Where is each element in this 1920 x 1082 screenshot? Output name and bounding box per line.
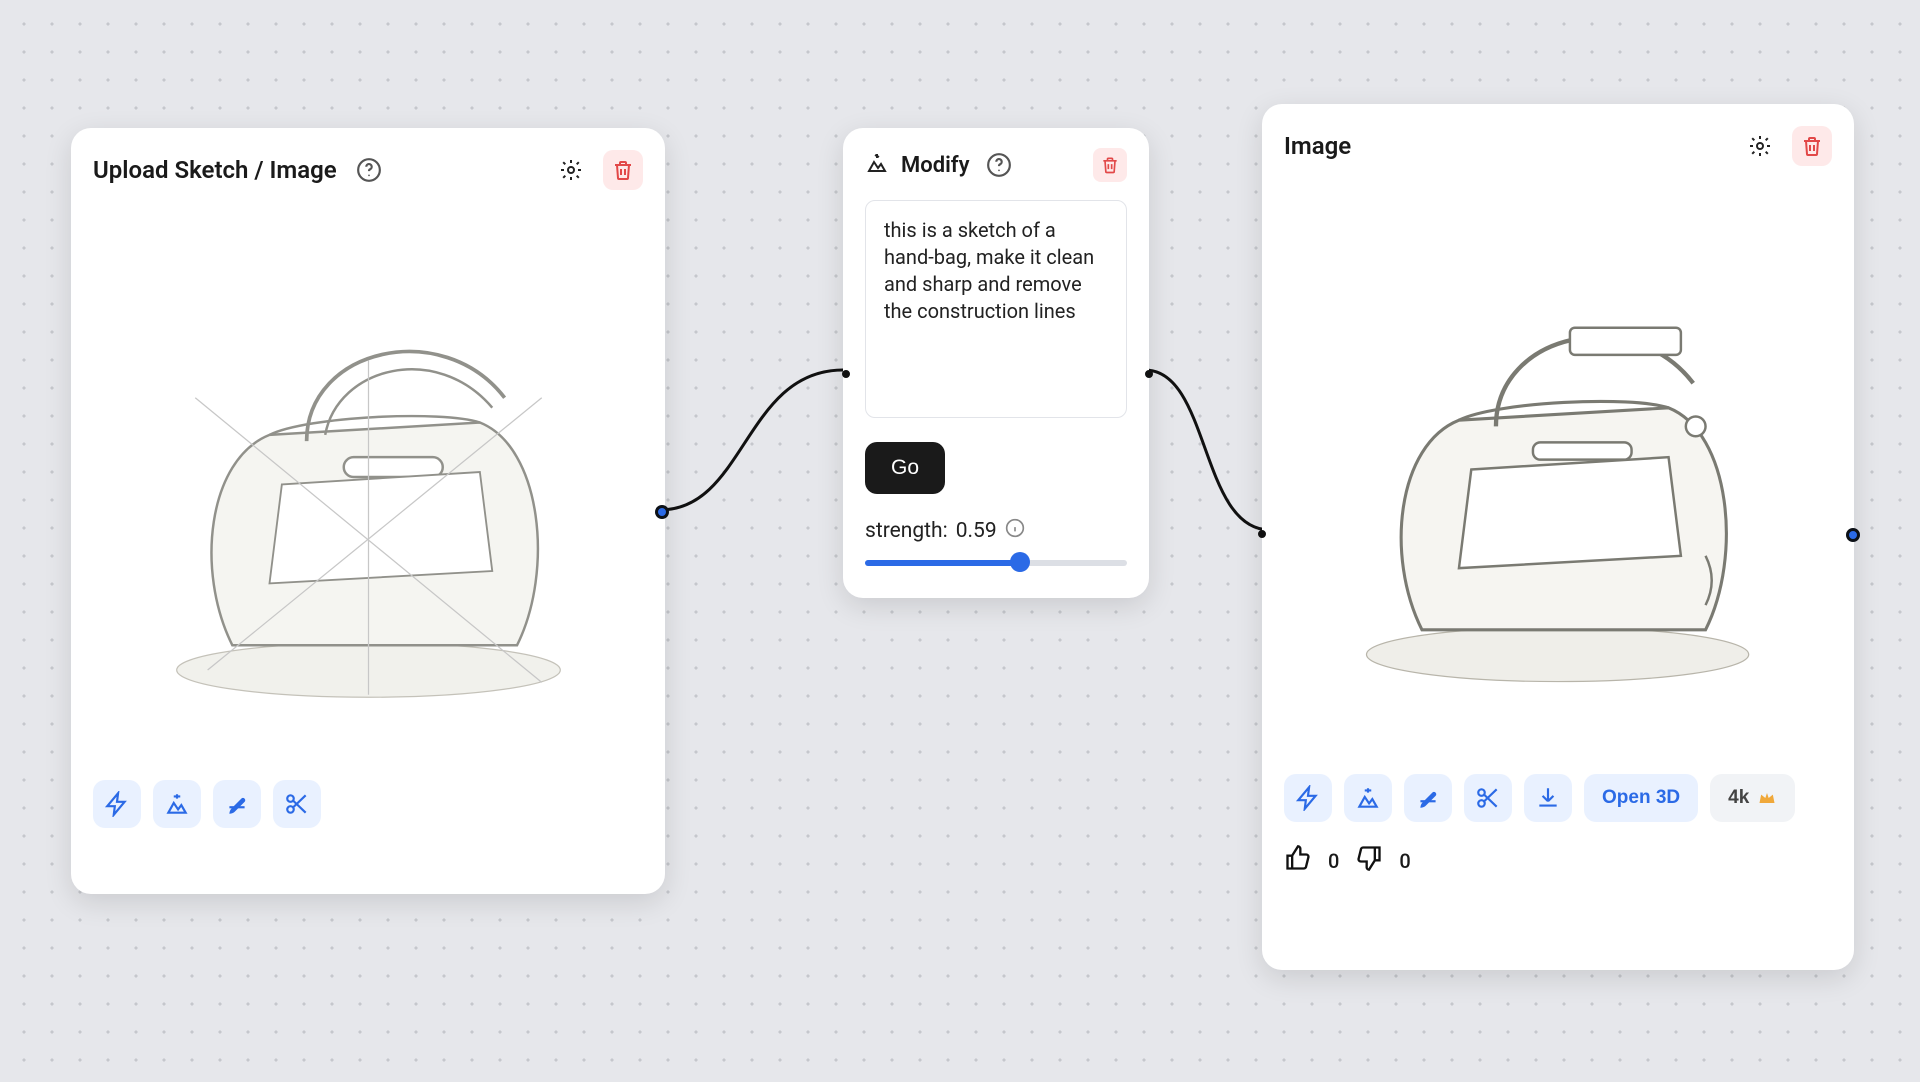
gear-icon[interactable] <box>551 150 591 190</box>
dislikes-count: 0 <box>1399 849 1410 873</box>
gear-icon[interactable] <box>1740 126 1780 166</box>
upload-card-header: Upload Sketch / Image <box>93 150 643 190</box>
trash-icon[interactable] <box>1792 126 1832 166</box>
help-icon[interactable] <box>982 148 1016 182</box>
feedback-row: 0 0 <box>1284 844 1832 877</box>
help-icon[interactable] <box>349 150 389 190</box>
strength-value: 0.59 <box>956 519 997 543</box>
brush-icon[interactable] <box>1404 774 1452 822</box>
strength-label: strength: <box>865 519 948 543</box>
4k-label: 4k <box>1728 787 1749 809</box>
modify-card-title: Modify <box>901 153 970 178</box>
upload-toolbar <box>93 780 643 828</box>
modify-input-port[interactable] <box>842 370 850 378</box>
result-image-preview[interactable] <box>1284 184 1832 754</box>
strength-slider[interactable] <box>865 554 1127 572</box>
modify-card: Modify Go strength: 0.59 <box>843 128 1149 598</box>
image-card-header: Image <box>1284 126 1832 166</box>
image-output-port[interactable] <box>1846 528 1860 542</box>
brush-icon[interactable] <box>213 780 261 828</box>
modify-card-header: Modify <box>865 148 1127 182</box>
connection-upload-to-modify <box>655 360 855 530</box>
info-icon[interactable] <box>1005 518 1025 544</box>
image-input-port[interactable] <box>1258 530 1266 538</box>
download-icon[interactable] <box>1524 774 1572 822</box>
crown-icon <box>1757 788 1777 808</box>
upload-image-preview[interactable] <box>93 208 643 760</box>
bag-clean-placeholder <box>1311 213 1804 726</box>
modify-icon <box>865 151 889 179</box>
upload-card-title: Upload Sketch / Image <box>93 156 337 184</box>
bolt-icon[interactable] <box>93 780 141 828</box>
thumbs-down-icon[interactable] <box>1355 844 1383 877</box>
open-3d-button[interactable]: Open 3D <box>1584 774 1698 822</box>
upload-output-port[interactable] <box>655 505 669 519</box>
scissors-icon[interactable] <box>1464 774 1512 822</box>
node-canvas[interactable]: Upload Sketch / Image <box>0 0 1920 1082</box>
bag-sketch-placeholder <box>121 236 616 733</box>
scissors-icon[interactable] <box>273 780 321 828</box>
go-button[interactable]: Go <box>865 442 945 494</box>
strength-row: strength: 0.59 <box>865 518 1127 544</box>
connection-modify-to-image <box>1140 365 1280 545</box>
image-result-card: Image <box>1262 104 1854 970</box>
4k-button[interactable]: 4k <box>1710 774 1795 822</box>
modify-icon[interactable] <box>1344 774 1392 822</box>
trash-icon[interactable] <box>1093 148 1127 182</box>
trash-icon[interactable] <box>603 150 643 190</box>
image-toolbar: Open 3D 4k <box>1284 774 1832 822</box>
bolt-icon[interactable] <box>1284 774 1332 822</box>
prompt-input[interactable] <box>865 200 1127 418</box>
image-card-title: Image <box>1284 132 1351 160</box>
upload-sketch-card: Upload Sketch / Image <box>71 128 665 894</box>
thumbs-up-icon[interactable] <box>1284 844 1312 877</box>
likes-count: 0 <box>1328 849 1339 873</box>
modify-output-port[interactable] <box>1145 370 1153 378</box>
modify-icon[interactable] <box>153 780 201 828</box>
